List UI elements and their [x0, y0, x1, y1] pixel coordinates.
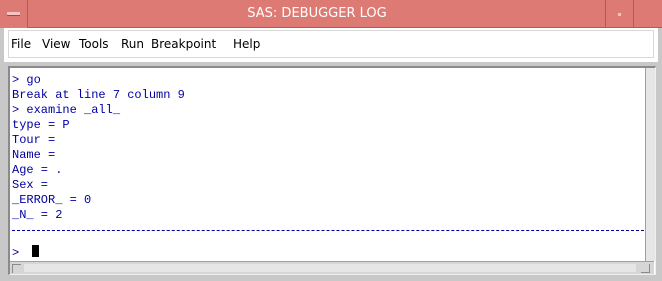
- menu-file[interactable]: File: [11, 37, 31, 51]
- log-line: Age = .: [12, 163, 63, 177]
- log-line: Tour =: [12, 133, 56, 147]
- command-prompt: >: [12, 246, 20, 260]
- log-line: _N_ = 2: [12, 208, 63, 222]
- log-command-divider: [12, 230, 644, 231]
- log-line: > go: [12, 73, 41, 87]
- menu-help[interactable]: Help: [233, 37, 260, 51]
- horizontal-scroll-thumb[interactable]: [24, 264, 636, 272]
- log-line: > examine _all_: [12, 103, 121, 117]
- minimize-icon: [618, 13, 621, 16]
- window-menu-button[interactable]: [0, 0, 28, 28]
- scroll-right-icon[interactable]: [641, 264, 650, 273]
- maximize-button[interactable]: [633, 0, 662, 28]
- menu-tools[interactable]: Tools: [79, 37, 109, 51]
- log-panel: > go Break at line 7 column 9 > examine …: [8, 66, 656, 275]
- debugger-log-window: SAS: DEBUGGER LOG File View Tools Run Br…: [0, 0, 662, 281]
- scroll-left-icon[interactable]: [12, 264, 21, 273]
- minimize-button[interactable]: [605, 0, 633, 28]
- log-line: Sex =: [12, 178, 49, 192]
- command-input[interactable]: >: [10, 243, 640, 261]
- window-menu-icon: [7, 12, 20, 16]
- menu-breakpoint[interactable]: Breakpoint: [151, 37, 216, 51]
- menu-view[interactable]: View: [42, 37, 70, 51]
- menu-bar-inner: File View Tools Run Breakpoint Help: [8, 30, 654, 58]
- log-output: > go Break at line 7 column 9 > examine …: [10, 68, 654, 243]
- title-bar[interactable]: SAS: DEBUGGER LOG: [0, 0, 662, 28]
- window-title: SAS: DEBUGGER LOG: [247, 6, 387, 21]
- text-cursor: [32, 245, 39, 257]
- menu-bar: File View Tools Run Breakpoint Help: [0, 28, 662, 62]
- horizontal-scrollbar[interactable]: [10, 261, 654, 274]
- log-line: Break at line 7 column 9: [12, 88, 185, 102]
- log-line: _ERROR_ = 0: [12, 193, 92, 207]
- vertical-scrollbar[interactable]: [645, 68, 655, 261]
- menu-run[interactable]: Run: [121, 37, 144, 51]
- vertical-scroll-thumb[interactable]: [646, 68, 655, 261]
- log-line: Name =: [12, 148, 56, 162]
- log-line: type = P: [12, 118, 70, 132]
